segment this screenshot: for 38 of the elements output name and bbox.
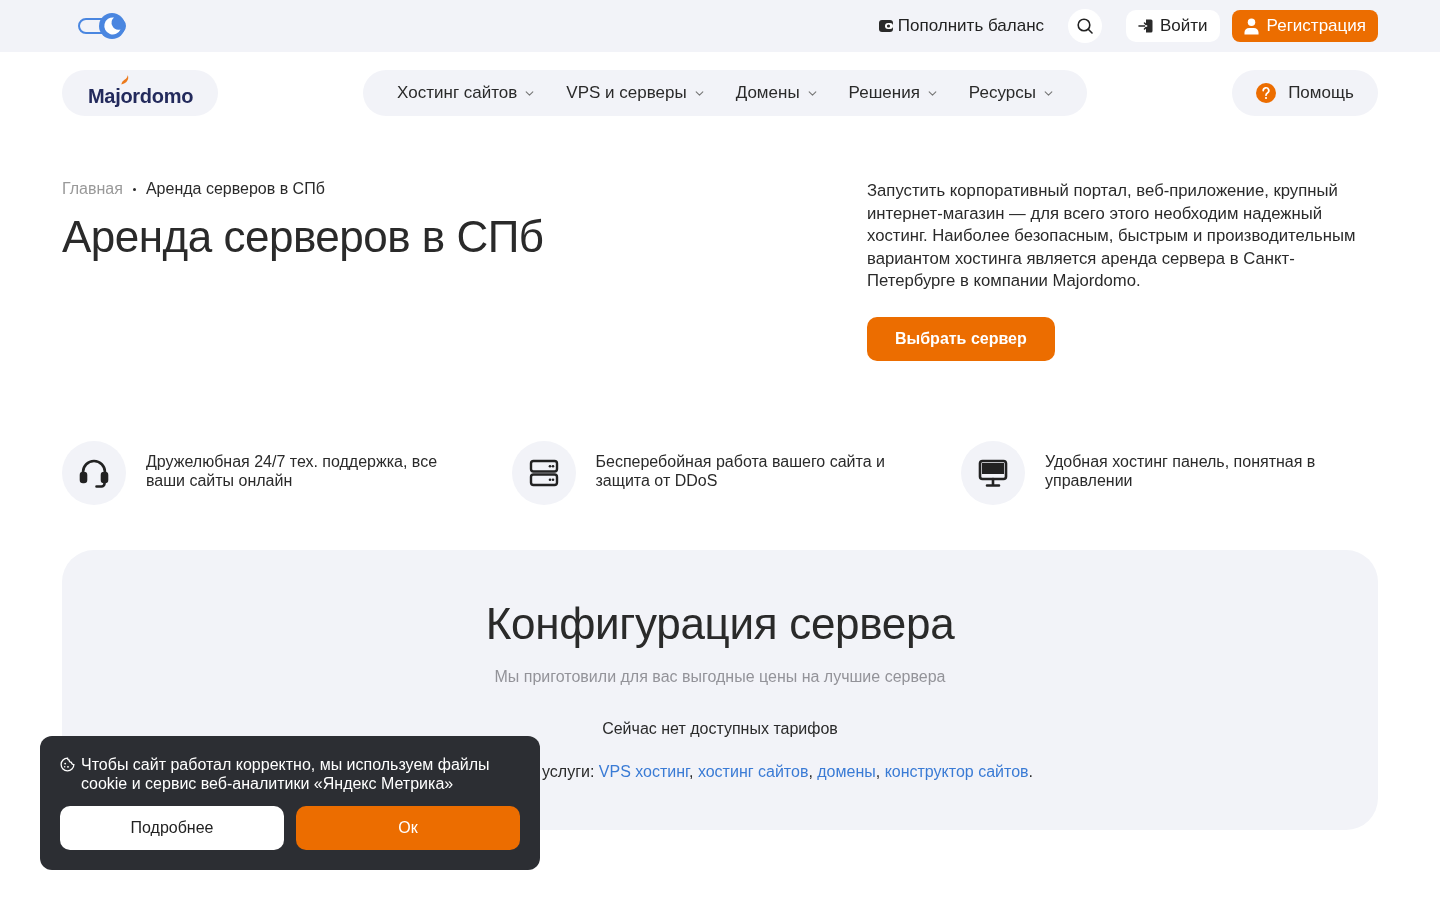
help-button[interactable]: Помощь — [1232, 70, 1378, 116]
empty-message: Сейчас нет доступных тарифов — [601, 719, 839, 738]
help-icon — [1256, 83, 1277, 103]
login-button[interactable]: Войти — [1126, 10, 1220, 42]
service-link[interactable]: конструктор сайтов — [884, 762, 1029, 780]
theme-toggle[interactable] — [78, 12, 126, 40]
server-icon — [511, 440, 576, 505]
wallet-icon — [878, 20, 893, 32]
alternatives-text: услуги: VPS хостинг, хостинг сайтов, домены, конструктор сайтов. — [542, 762, 1033, 781]
hero-description: Запустить корпоративный портал, веб-приложение, крупный интернет-магазин — для всего этого необходим надежный хостинг. Наиболее безопасным, быстрым и производительным вариантом хостинга является аренда сервера в Санкт-Петербурге в компании Majordomo. — [867, 180, 1357, 292]
section-subtitle: Мы приготовили для вас выгодные цены на лучшие сервера — [493, 667, 947, 686]
search-icon — [1077, 18, 1094, 34]
nav-item[interactable]: Решения — [848, 83, 937, 103]
more-info-button[interactable]: Подробнее — [60, 806, 284, 850]
service-link[interactable]: хостинг сайтов — [697, 762, 809, 780]
nav-item[interactable]: VPS и серверы — [566, 83, 704, 103]
cookie-text: Чтобы сайт работал корректно, мы используем файлы cookie и сервис веб-аналитики «Яндекс Метрика» — [81, 755, 491, 793]
flame-icon — [120, 74, 129, 85]
page-title: Аренда серверов в СПб — [62, 212, 545, 262]
separator-dot-icon — [132, 187, 136, 191]
feature-text: Бесперебойная работа вашего сайта и защита от DDoS — [595, 451, 886, 490]
logo[interactable]: Majordomo — [62, 70, 218, 116]
section-title: Конфигурация сервера — [484, 599, 956, 648]
headset-icon — [62, 440, 126, 505]
nav-item[interactable]: Ресурсы — [968, 83, 1053, 103]
service-link[interactable]: домены — [817, 762, 876, 780]
feature-text: Удобная хостинг панель, понятная в управлении — [1045, 451, 1317, 490]
user-icon — [1243, 17, 1259, 35]
nav-item[interactable]: Хостинг сайтов — [397, 83, 535, 103]
search-button[interactable] — [1068, 9, 1103, 43]
login-icon — [1138, 18, 1155, 34]
breadcrumb-current-page: Аренда серверов в СПб — [145, 180, 325, 198]
nav-item[interactable]: Домены — [735, 83, 817, 103]
feature-text: Дружелюбная 24/7 тех. поддержка, все ваши сайты онлайн — [146, 451, 439, 490]
monitor-icon — [961, 440, 1025, 505]
service-link[interactable]: VPS хостинг — [598, 762, 689, 780]
cookie-icon — [60, 757, 75, 772]
logo-text: Majordomo — [88, 85, 194, 106]
